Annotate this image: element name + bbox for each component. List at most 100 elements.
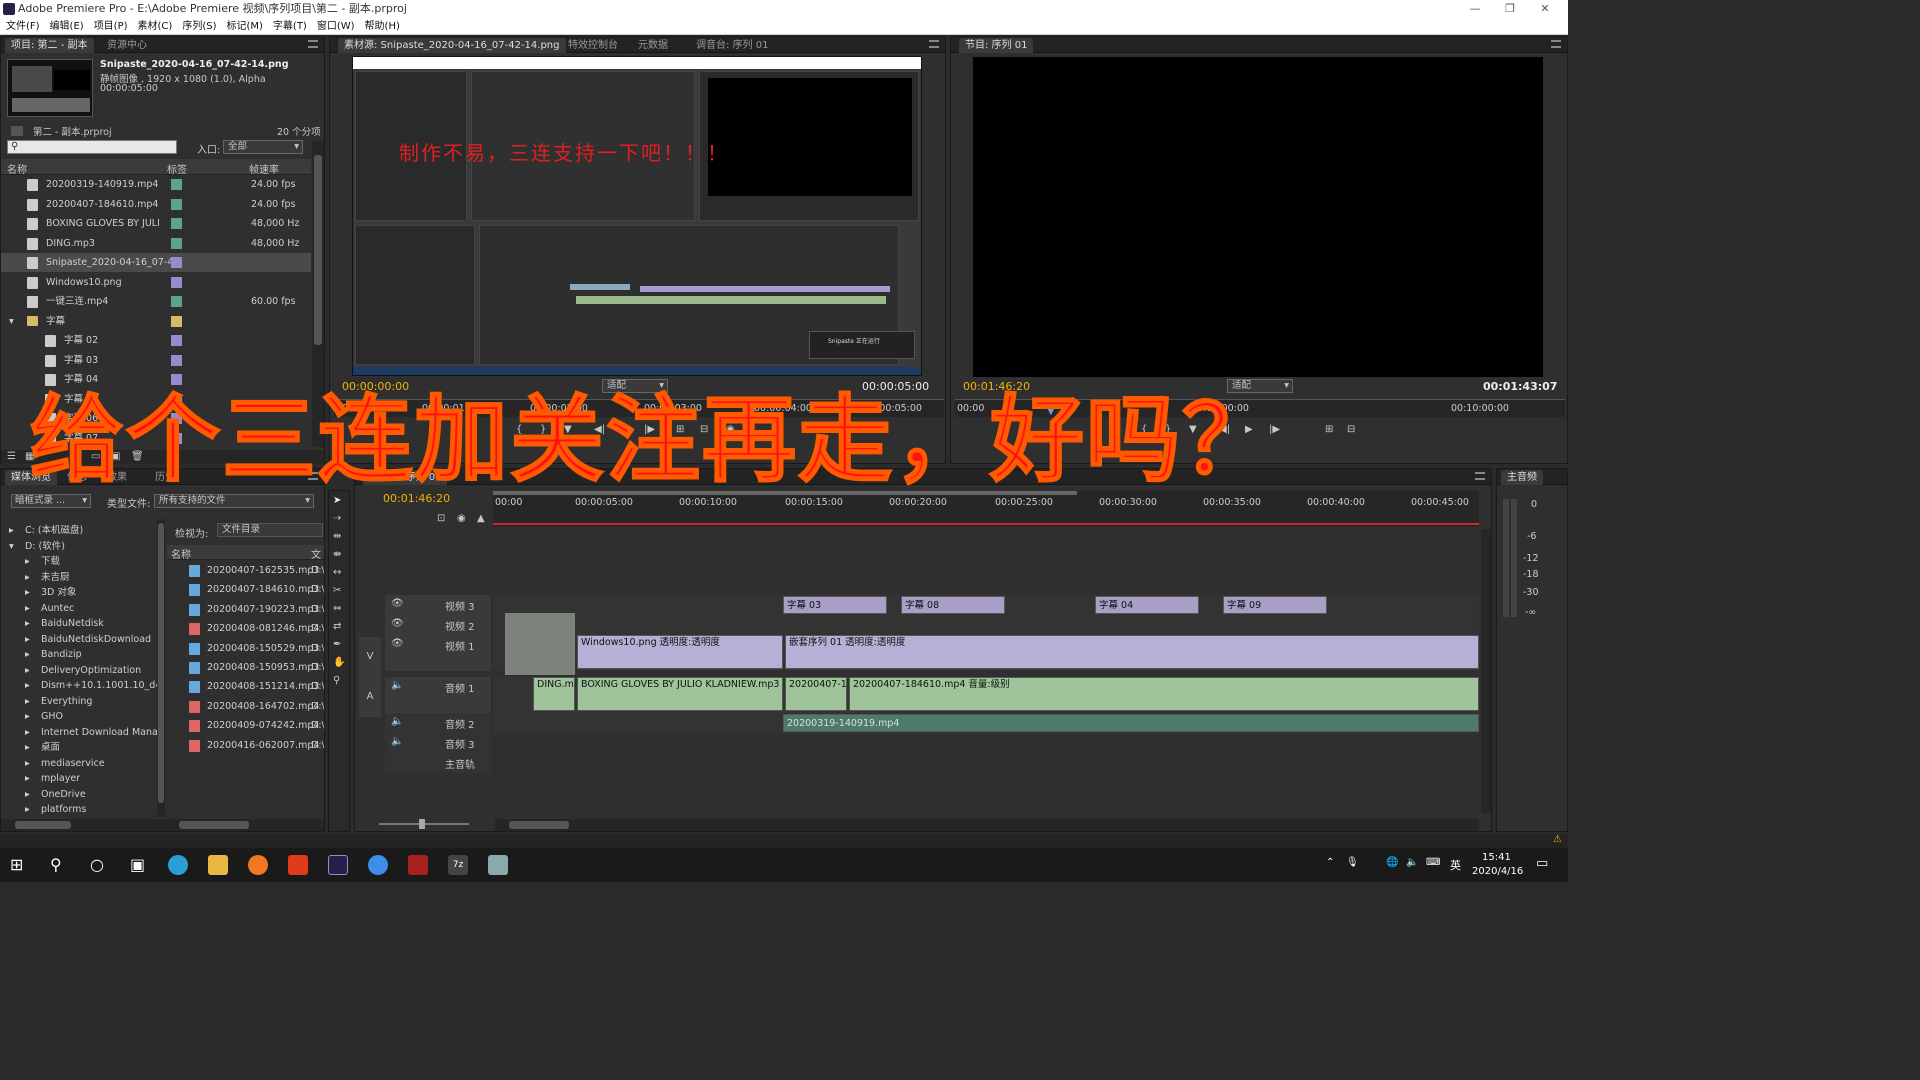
tab-resource-center[interactable]: 资源中心 (101, 38, 153, 53)
a1-clip-ding[interactable]: DING.mp3 (533, 677, 575, 711)
tab-effect-controls[interactable]: 特效控制台 (562, 38, 624, 53)
menu-window[interactable]: 窗口(W) (311, 18, 359, 35)
file-item[interactable]: 20200407-184610.mp3 D:\ (167, 580, 324, 599)
clock-time[interactable]: 15:41 (1482, 852, 1511, 863)
slip-tool-icon[interactable]: ⇔ (333, 603, 341, 614)
extract-icon[interactable]: ⊟ (1347, 424, 1355, 435)
project-search-input[interactable]: ⚲ (7, 140, 177, 154)
project-item[interactable]: Snipaste_2020-04-16_07-4 (1, 253, 311, 272)
ripple-edit-tool-icon[interactable]: ⇹ (333, 531, 341, 542)
cortana-icon[interactable]: ○ (90, 855, 104, 874)
network-icon[interactable]: 🌐 (1386, 857, 1398, 868)
speaker-icon[interactable]: 🔈 (391, 716, 403, 727)
col-file-path[interactable]: 文 (311, 546, 321, 561)
media-bottom-scrollbar[interactable] (1, 819, 324, 831)
title-clip-04[interactable]: 字幕 04 (1095, 596, 1199, 614)
eye-icon[interactable]: 👁 (391, 638, 404, 649)
project-item[interactable]: 字幕 02 (1, 331, 311, 350)
rate-stretch-tool-icon[interactable]: ↔ (333, 567, 341, 578)
col-fps[interactable]: 帧速率 (249, 161, 279, 176)
tab-program[interactable]: 节目: 序列 01 (959, 38, 1034, 53)
expand-toggle-icon[interactable]: ▾ (9, 312, 14, 331)
track-header-audio-1[interactable]: 🔈 音频 1 (385, 677, 491, 713)
track-select-tool-icon[interactable]: ⇢ (333, 513, 341, 524)
title-clip-03[interactable]: 字幕 03 (783, 596, 887, 614)
panel-menu-icon[interactable] (308, 40, 318, 48)
audio-target-a[interactable]: A (359, 677, 381, 717)
rolling-edit-tool-icon[interactable]: ⇼ (333, 549, 341, 560)
panel-menu-icon[interactable] (1551, 40, 1561, 48)
tray-chevron-icon[interactable]: ⌃ (1326, 857, 1334, 868)
file-item[interactable]: 20200408-150529.mp3 D:\ (167, 639, 324, 658)
panel-menu-icon[interactable] (929, 40, 939, 48)
a2-clip-20200319[interactable]: 20200319-140919.mp4 (783, 714, 1479, 732)
file-item[interactable]: 20200408-150953.mp3 D:\ (167, 658, 324, 677)
volume-icon[interactable]: 🔈 (1406, 857, 1418, 868)
a1-clip-20200407-184610[interactable]: 20200407-184610.mp4 音量:级别 (849, 677, 1479, 711)
file-item[interactable]: 20200409-074242.mp4 D:\ (167, 716, 324, 735)
project-item[interactable]: DING.mp3 48,000 Hz (1, 234, 311, 253)
hand-tool-icon[interactable]: ✋ (333, 657, 345, 668)
menu-file[interactable]: 文件(F) (0, 18, 44, 35)
file-explorer-icon[interactable] (208, 855, 228, 875)
edge-icon[interactable] (168, 855, 188, 875)
baidu-netdisk-icon[interactable] (368, 855, 388, 875)
tab-metadata[interactable]: 元数据 (632, 38, 674, 53)
track-header-video-2[interactable]: 👁 视频 2 (385, 615, 491, 635)
lift-icon[interactable]: ⊞ (1325, 424, 1333, 435)
tab-audio-mixer[interactable]: 调音台: 序列 01 (690, 38, 774, 53)
file-item[interactable]: 20200407-162535.mp3 D:\ (167, 561, 324, 580)
file-item[interactable]: 20200407-190223.mp3 D:\ (167, 600, 324, 619)
menu-help[interactable]: 帮助(H) (359, 18, 404, 35)
a1-clip-boxing[interactable]: BOXING GLOVES BY JULIO KLADNIEW.mp3 动 (577, 677, 783, 711)
snipaste-icon[interactable] (488, 855, 508, 875)
track-header-video-1[interactable]: 👁 视频 1 (385, 635, 491, 671)
office-icon[interactable] (288, 855, 308, 875)
menu-sequence[interactable]: 序列(S) (176, 18, 220, 35)
speaker-icon[interactable]: 🔈 (391, 736, 403, 747)
project-item[interactable]: ▾ 字幕 (1, 312, 311, 331)
a1-clip-20200407-short[interactable]: 20200407-184 (785, 677, 847, 711)
col-name[interactable]: 名称 (7, 161, 27, 176)
v1-clip-windows10[interactable]: Windows10.png 透明度:透明度 (577, 635, 783, 669)
mic-icon[interactable]: 🎙 (1346, 857, 1359, 868)
tab-source[interactable]: 素材源: Snipaste_2020-04-16_07-42-14.png (338, 38, 566, 53)
video-target-v[interactable]: V (359, 637, 381, 677)
slide-tool-icon[interactable]: ⇄ (333, 621, 341, 632)
everything-icon[interactable] (248, 855, 268, 875)
menu-title[interactable]: 字幕(T) (267, 18, 311, 35)
file-item[interactable]: 20200408-151214.mp3 D:\ (167, 677, 324, 696)
ime-indicator[interactable]: 英 (1450, 857, 1461, 873)
clock-date[interactable]: 2020/4/16 (1472, 866, 1523, 877)
tab-project[interactable]: 项目: 第二 - 副本 (5, 38, 94, 53)
panel-menu-icon[interactable] (1475, 472, 1485, 480)
project-item[interactable]: 20200407-184610.mp4 24.00 fps (1, 195, 311, 214)
track-header-audio-3[interactable]: 🔈 音频 3 (385, 733, 491, 753)
snap-icon[interactable]: ⊡ (437, 513, 445, 524)
marker-icon[interactable]: ◉ (457, 513, 466, 524)
task-view-icon[interactable]: ▣ (130, 855, 145, 874)
timeline-hscrollbar[interactable] (495, 819, 1479, 831)
timeline-vscrollbar[interactable] (1481, 529, 1491, 813)
track-header-audio-2[interactable]: 🔈 音频 2 (385, 713, 491, 733)
close-button[interactable]: ✕ (1522, 0, 1568, 18)
file-item[interactable]: 20200408-081246.mp4 D:\ (167, 619, 324, 638)
lock-icon[interactable]: ▲ (477, 513, 485, 524)
search-icon[interactable]: ⚲ (50, 855, 62, 874)
menu-project[interactable]: 项目(P) (88, 18, 132, 35)
v1-clip-nested-sequence[interactable]: 嵌套序列 01 透明度:透明度 (785, 635, 1479, 669)
title-clip-08[interactable]: 字幕 08 (901, 596, 1005, 614)
track-header-master[interactable]: 主音轨 (385, 753, 491, 773)
tab-audio-master[interactable]: 主音频 (1501, 470, 1543, 485)
zoom-tool-icon[interactable]: ⚲ (333, 675, 340, 686)
7zip-icon[interactable]: 7z (448, 855, 468, 875)
menu-clip[interactable]: 素材(C) (132, 18, 177, 35)
keyboard-icon[interactable]: ⌨ (1426, 857, 1440, 868)
premiere-taskbar-icon[interactable] (328, 855, 348, 875)
project-item[interactable]: Windows10.png (1, 273, 311, 292)
notification-icon[interactable]: ▭ (1536, 856, 1548, 871)
project-item[interactable]: 一键三连.mp4 60.00 fps (1, 292, 311, 311)
razor-tool-icon[interactable]: ✂ (333, 585, 341, 596)
track-header-video-3[interactable]: 👁 视频 3 (385, 595, 491, 615)
speaker-icon[interactable]: 🔈 (391, 680, 403, 691)
